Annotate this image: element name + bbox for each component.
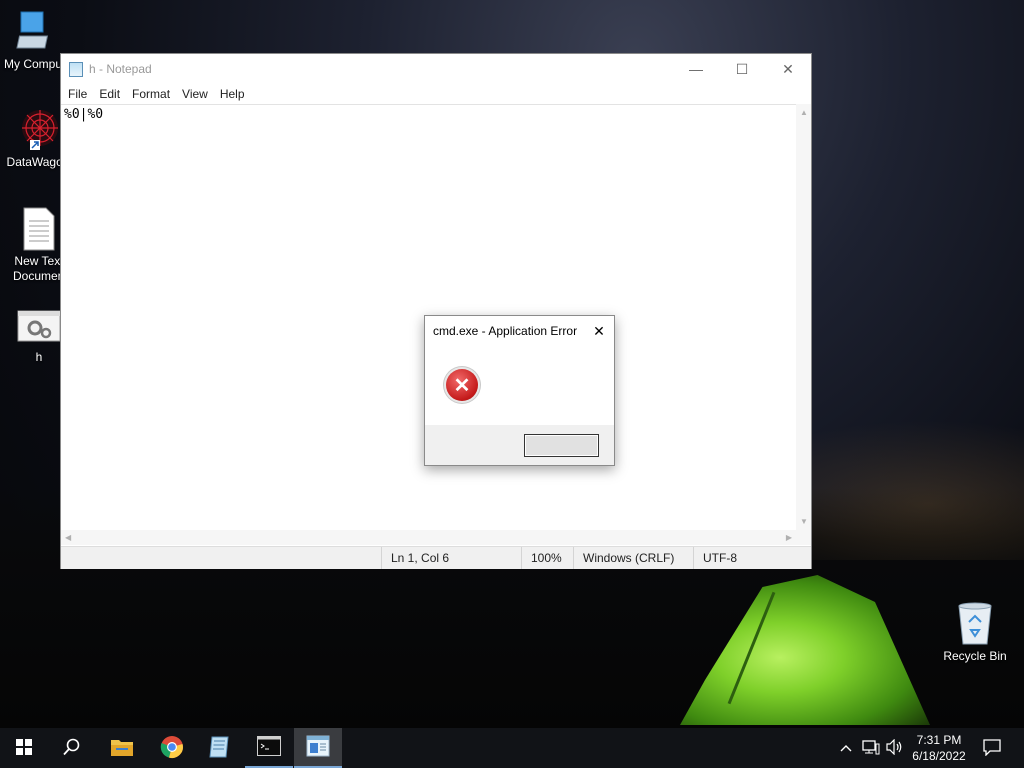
maximize-button[interactable]: ☐ [719, 54, 765, 84]
notepad-window[interactable]: h - Notepad — ☐ ✕ File Edit Format View … [60, 53, 812, 569]
recycle-bin-icon [955, 600, 995, 646]
notification-icon [983, 738, 1001, 759]
desktop-icon-label: New Text Document [13, 254, 68, 283]
desktop-icon-label: h [35, 350, 43, 364]
start-icon [16, 738, 32, 758]
notepad-icon [306, 735, 330, 760]
datawagon-logo-icon [16, 108, 60, 152]
dialog-ok-button[interactable] [524, 434, 599, 457]
network-icon [862, 739, 880, 758]
scroll-right-icon[interactable]: ▶ [786, 533, 792, 542]
notepad-pinned-icon [208, 736, 232, 761]
chrome-icon [160, 735, 184, 762]
menu-bar: File Edit Format View Help [61, 84, 811, 104]
status-zoom: 100% [521, 547, 573, 569]
notepad-titlebar[interactable]: h - Notepad — ☐ ✕ [61, 54, 811, 84]
scroll-up-icon[interactable]: ▲ [800, 108, 808, 117]
desktop-icon-my-computer[interactable]: My Compu [0, 10, 66, 72]
vertical-scrollbar[interactable]: ▲ ▼ [796, 104, 811, 530]
desktop-icon-label: Recycle Bin [943, 649, 1007, 663]
volume-button[interactable] [884, 728, 906, 768]
status-position: Ln 1, Col 6 [381, 547, 521, 569]
desktop-icon-label: My Compu [3, 57, 62, 71]
cmd-icon [257, 735, 281, 759]
taskbar: 7:31 PM 6/18/2022 [0, 728, 1024, 768]
search-icon [63, 738, 81, 759]
dialog-titlebar[interactable]: cmd.exe - Application Error ✕ [425, 316, 614, 346]
taskbar-clock[interactable]: 7:31 PM 6/18/2022 [904, 732, 974, 764]
status-encoding: UTF-8 [693, 547, 811, 569]
taskbar-chrome[interactable] [148, 728, 196, 768]
scroll-down-icon[interactable]: ▼ [800, 517, 808, 526]
minimize-button[interactable]: — [673, 54, 719, 84]
taskbar-cmd[interactable] [245, 728, 293, 768]
menu-format[interactable]: Format [127, 87, 177, 101]
application-error-dialog[interactable]: cmd.exe - Application Error ✕ ✕ [424, 315, 615, 466]
window-title: h - Notepad [89, 62, 152, 76]
action-center-button[interactable] [978, 728, 1006, 768]
computer-icon [11, 10, 55, 54]
clock-date: 6/18/2022 [912, 749, 966, 763]
chevron-up-icon [840, 741, 852, 755]
start-button[interactable] [0, 728, 48, 768]
desktop-icon-h[interactable]: h [14, 310, 64, 365]
file-explorer-icon [110, 737, 134, 760]
search-button[interactable] [48, 728, 96, 768]
dialog-title: cmd.exe - Application Error [433, 324, 578, 338]
notepad-app-icon [69, 61, 83, 77]
status-bar: Ln 1, Col 6 100% Windows (CRLF) UTF-8 [61, 546, 811, 569]
menu-file[interactable]: File [63, 87, 94, 101]
text-file-icon [22, 207, 56, 251]
dialog-close-button[interactable]: ✕ [584, 316, 614, 346]
status-line-ending: Windows (CRLF) [573, 547, 693, 569]
batch-file-icon [17, 310, 61, 344]
editor-content: %0|%0 [64, 107, 104, 122]
menu-edit[interactable]: Edit [94, 87, 127, 101]
close-button[interactable]: ✕ [765, 54, 811, 84]
show-hidden-icons-button[interactable] [836, 728, 856, 768]
taskbar-notepad-pinned[interactable] [196, 728, 244, 768]
error-icon: ✕ [446, 369, 478, 401]
taskbar-notepad-active[interactable] [294, 728, 342, 768]
clock-time: 7:31 PM [916, 733, 962, 747]
taskbar-file-explorer[interactable] [98, 728, 146, 768]
horizontal-scrollbar[interactable]: ◀ ▶ [61, 530, 796, 545]
menu-help[interactable]: Help [215, 87, 252, 101]
desktop-icon-recycle-bin[interactable]: Recycle Bin [940, 600, 1010, 664]
speaker-icon [886, 738, 904, 758]
network-button[interactable] [860, 728, 882, 768]
scroll-left-icon[interactable]: ◀ [65, 533, 71, 542]
menu-view[interactable]: View [177, 87, 215, 101]
scrollbar-corner [796, 530, 811, 545]
